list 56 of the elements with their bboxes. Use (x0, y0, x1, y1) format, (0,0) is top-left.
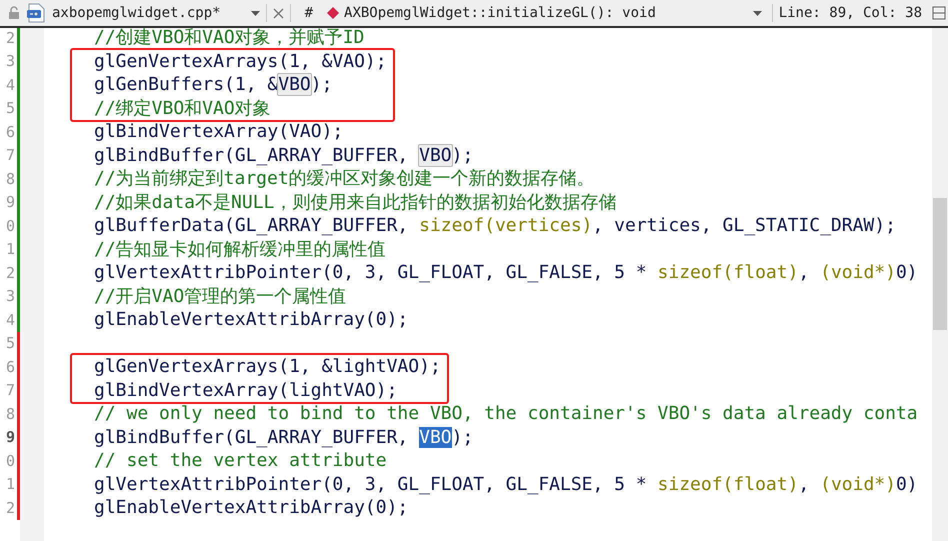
line-number: 3 (6, 52, 15, 70)
file-name[interactable]: axbopemglwidget.cpp* (52, 5, 221, 21)
line-number: 2 (6, 264, 15, 282)
code-comment: //绑定VBO和VAO对象 (94, 98, 271, 119)
line-number: 6 (6, 358, 15, 376)
code-comment: // we only need to bind to the VBO, the container's VBO's data already conta (94, 403, 918, 424)
scrollbar-thumb[interactable] (933, 198, 947, 330)
code-comment: //开启VAO管理的第一个属性值 (94, 286, 346, 307)
code-line: glBindBuffer(GL_ARRAY_BUFFER, VBO); (94, 144, 474, 166)
line-number: 5 (6, 99, 15, 118)
code-line: glEnableVertexAttribArray(0); (94, 309, 408, 330)
line-number: 6 (6, 122, 15, 141)
lock-icon[interactable] (8, 6, 20, 20)
selected-text: VBO (419, 426, 452, 448)
line-number: 9 (6, 428, 15, 446)
line-number: 4 (6, 76, 15, 94)
diamond-icon (327, 7, 340, 19)
code-line: glVertexAttribPointer(0, 3, GL_FLOAT, GL_FALSE, 5 * sizeof(float), (void*)0) (94, 474, 918, 495)
line-number: 8 (6, 170, 15, 188)
line-number: 1 (6, 240, 15, 258)
line-number: 9 (6, 193, 15, 212)
code-line: glVertexAttribPointer(0, 3, GL_FLOAT, GL_FALSE, 5 * sizeof(float), (void*)0) (94, 262, 918, 284)
symbol-prefix: # (304, 5, 314, 21)
line-number: 7 (6, 381, 15, 400)
scrollbar[interactable] (932, 28, 948, 541)
line-number: 3 (6, 287, 15, 306)
line-number: 4 (6, 310, 15, 329)
caret-icon[interactable] (752, 10, 762, 16)
split-icon[interactable] (932, 6, 946, 20)
code-line: glGenVertexArrays(1, &lightVAO); (94, 356, 441, 378)
code-line: glGenVertexArrays(1, &VAO); (94, 50, 387, 72)
highlighted-word: VBO (277, 73, 312, 96)
cursor-position: Line: 89, Col: 38 (778, 5, 922, 21)
line-number: 7 (6, 146, 15, 164)
caret-icon[interactable] (250, 10, 260, 16)
line-number: 1 (6, 475, 15, 494)
highlighted-word: VBO (418, 144, 453, 167)
symbol-selector[interactable]: AXBOpemglWidget::initializeGL(): void (344, 5, 656, 21)
code-line: glBufferData(GL_ARRAY_BUFFER, sizeof(vertices), vertices, GL_STATIC_DRAW); (94, 215, 896, 236)
code-line: glEnableVertexAttribArray(0); (94, 497, 408, 518)
code-line: glBindVertexArray(VAO); (94, 121, 344, 142)
code-comment: //告知显卡如何解析缓冲里的属性值 (94, 238, 386, 260)
line-number: 5 (6, 334, 15, 352)
line-number: 8 (6, 404, 15, 423)
code-comment: //如果data不是NULL，则使用来自此指针的数据初始化数据存储 (94, 192, 616, 213)
code-line: glBindBuffer(GL_ARRAY_BUFFER, VBO); (94, 426, 474, 448)
code-comment: // set the vertex attribute (94, 450, 387, 472)
line-number: 0 (6, 452, 15, 470)
line-number: 0 (6, 216, 15, 235)
code-line: glBindVertexArray(lightVAO); (94, 380, 398, 401)
code-comment: //创建VBO和VAO对象，并赋予ID (94, 28, 364, 48)
file-icon (26, 3, 46, 23)
code-comment: //为当前绑定到target的缓冲区对象创建一个新的数据存储。 (94, 168, 595, 190)
line-number: 2 (6, 498, 15, 517)
line-number: 2 (6, 28, 15, 47)
close-icon[interactable] (272, 8, 284, 18)
